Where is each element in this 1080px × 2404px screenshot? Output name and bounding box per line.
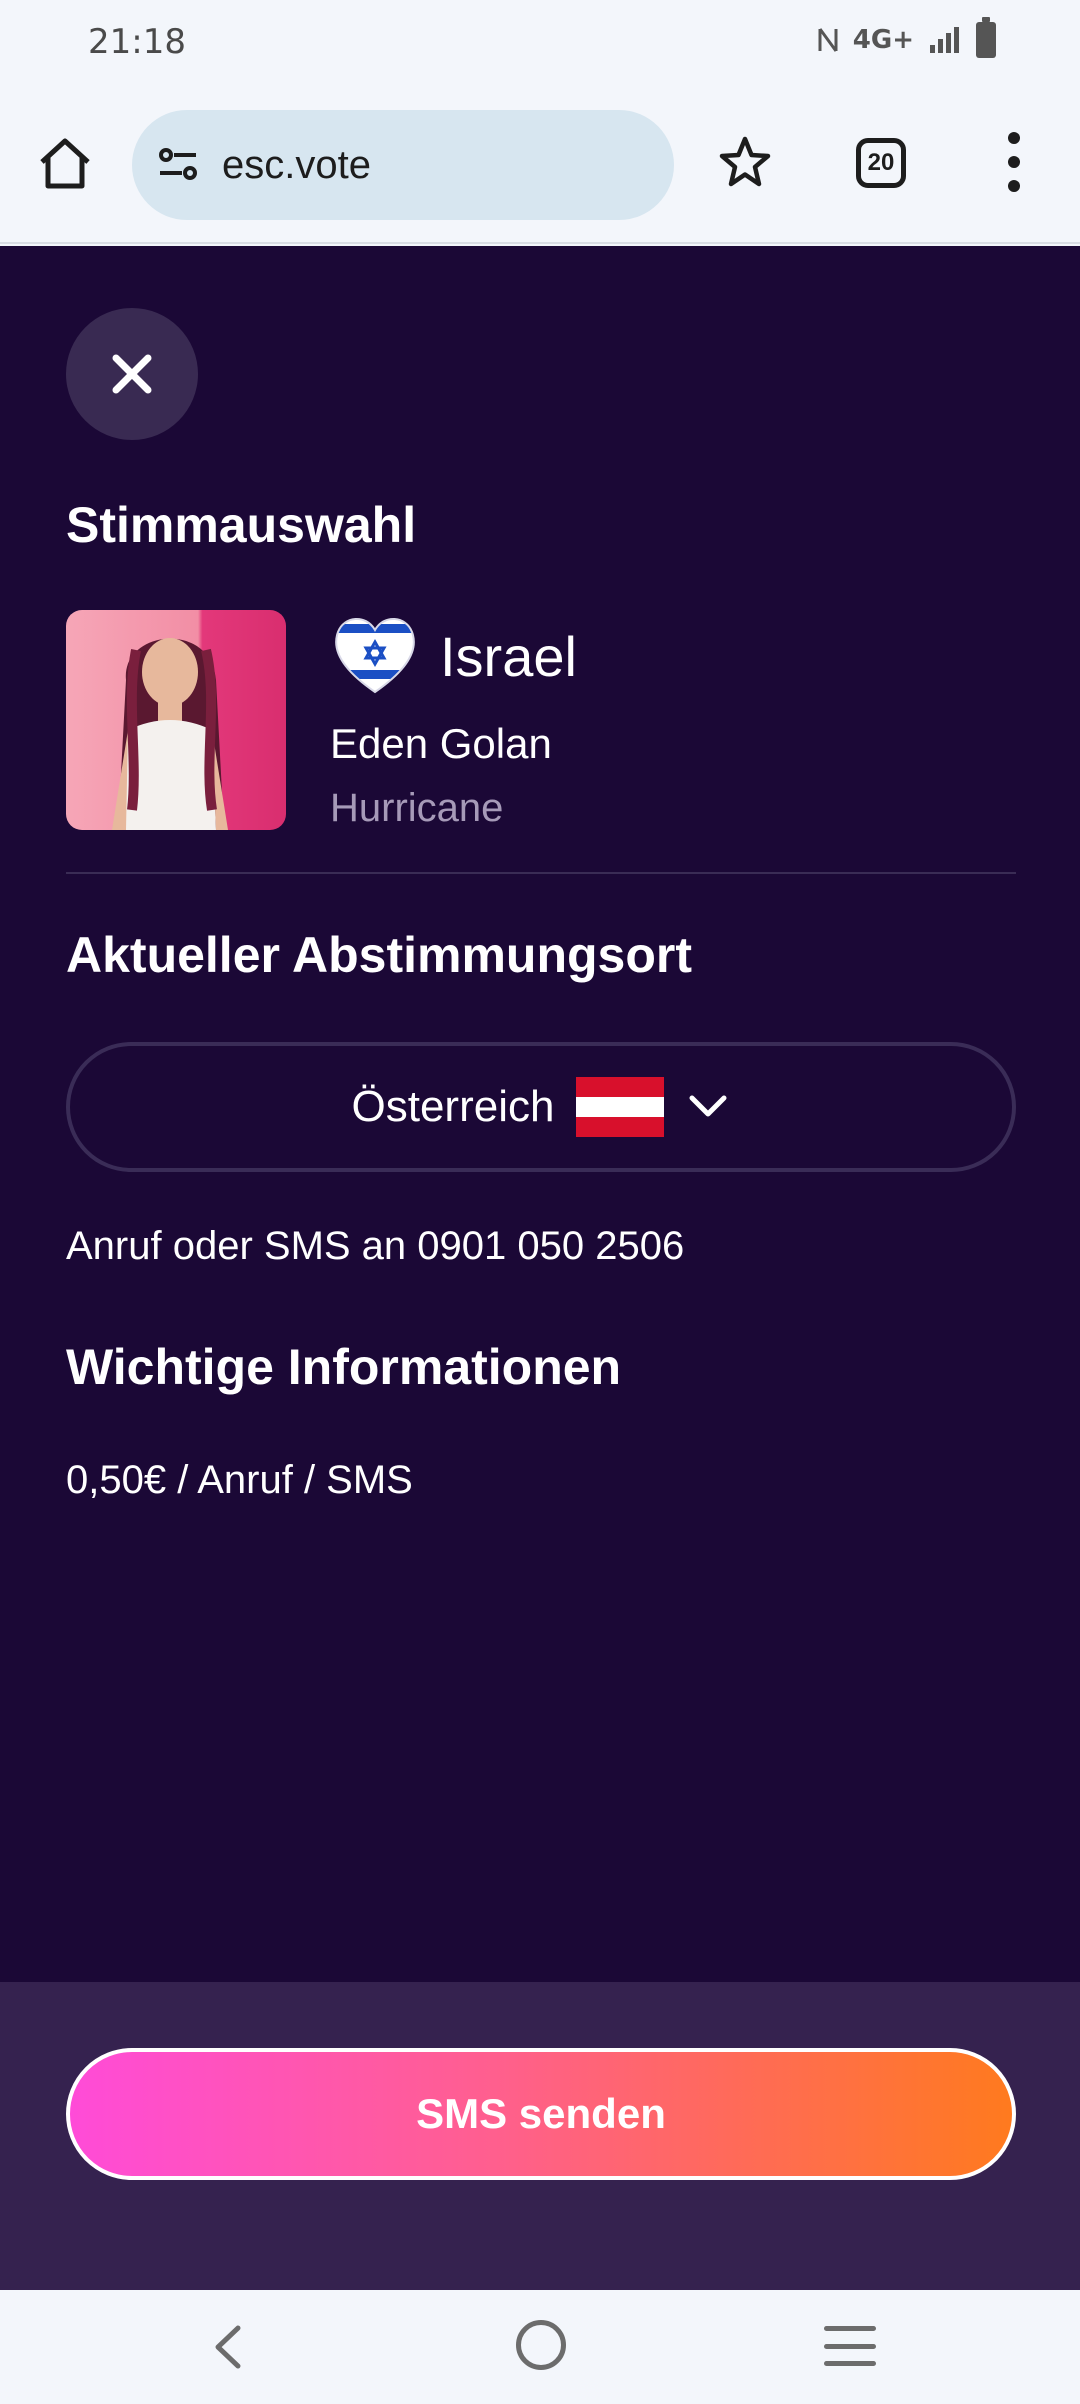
- status-icons: 4G+: [817, 17, 996, 58]
- close-button[interactable]: [66, 308, 198, 440]
- close-icon: [112, 354, 152, 394]
- voting-location-title: Aktueller Abstimmungsort: [66, 927, 693, 983]
- israel-heart-flag-icon: [335, 618, 415, 694]
- back-icon[interactable]: [206, 2322, 252, 2372]
- recents-icon[interactable]: [824, 2326, 876, 2366]
- signal-icon: [930, 27, 959, 53]
- vote-page: Stimmauswahl Israel Eden Golan Hurricane…: [0, 246, 1080, 1982]
- nfc-icon: [818, 28, 838, 52]
- contestant-card: Israel Eden Golan Hurricane: [66, 610, 1016, 830]
- site-settings-icon[interactable]: [154, 141, 202, 189]
- tab-switcher-button[interactable]: 20: [856, 138, 906, 188]
- artist-photo-illustration: [112, 638, 228, 830]
- divider: [66, 872, 1016, 874]
- overflow-menu-icon[interactable]: [1002, 132, 1026, 192]
- price-info: 0,50€ / Anruf / SMS: [66, 1458, 413, 1502]
- important-info-title: Wichtige Informationen: [66, 1339, 622, 1395]
- contestant-country: Israel: [440, 625, 577, 688]
- vote-number-text: Anruf oder SMS an 0901 050 2506: [66, 1224, 685, 1268]
- url-text: esc.vote: [222, 142, 371, 187]
- browser-toolbar: esc.vote 20: [0, 88, 1080, 244]
- chevron-down-icon: [689, 1095, 727, 1117]
- artist-photo: [66, 610, 286, 830]
- network-type: 4G+: [852, 25, 914, 55]
- austria-flag-icon: [576, 1077, 665, 1137]
- home-icon[interactable]: [34, 132, 96, 194]
- country-selector[interactable]: Österreich: [66, 1042, 1016, 1172]
- artist-name: Eden Golan: [330, 720, 552, 767]
- action-footer: SMS senden: [0, 1982, 1080, 2290]
- system-navigation-bar: [0, 2290, 1080, 2404]
- bookmark-star-icon[interactable]: [716, 134, 774, 192]
- selected-country-label: Österreich: [351, 1082, 555, 1131]
- status-bar: 21:18 4G+: [0, 0, 1080, 88]
- home-nav-icon[interactable]: [516, 2320, 566, 2370]
- status-time: 21:18: [88, 22, 186, 62]
- send-sms-button[interactable]: SMS senden: [66, 2048, 1016, 2180]
- battery-icon: [976, 17, 996, 58]
- address-bar[interactable]: esc.vote: [132, 110, 674, 220]
- song-title: Hurricane: [330, 786, 504, 830]
- vote-selection-title: Stimmauswahl: [66, 497, 417, 553]
